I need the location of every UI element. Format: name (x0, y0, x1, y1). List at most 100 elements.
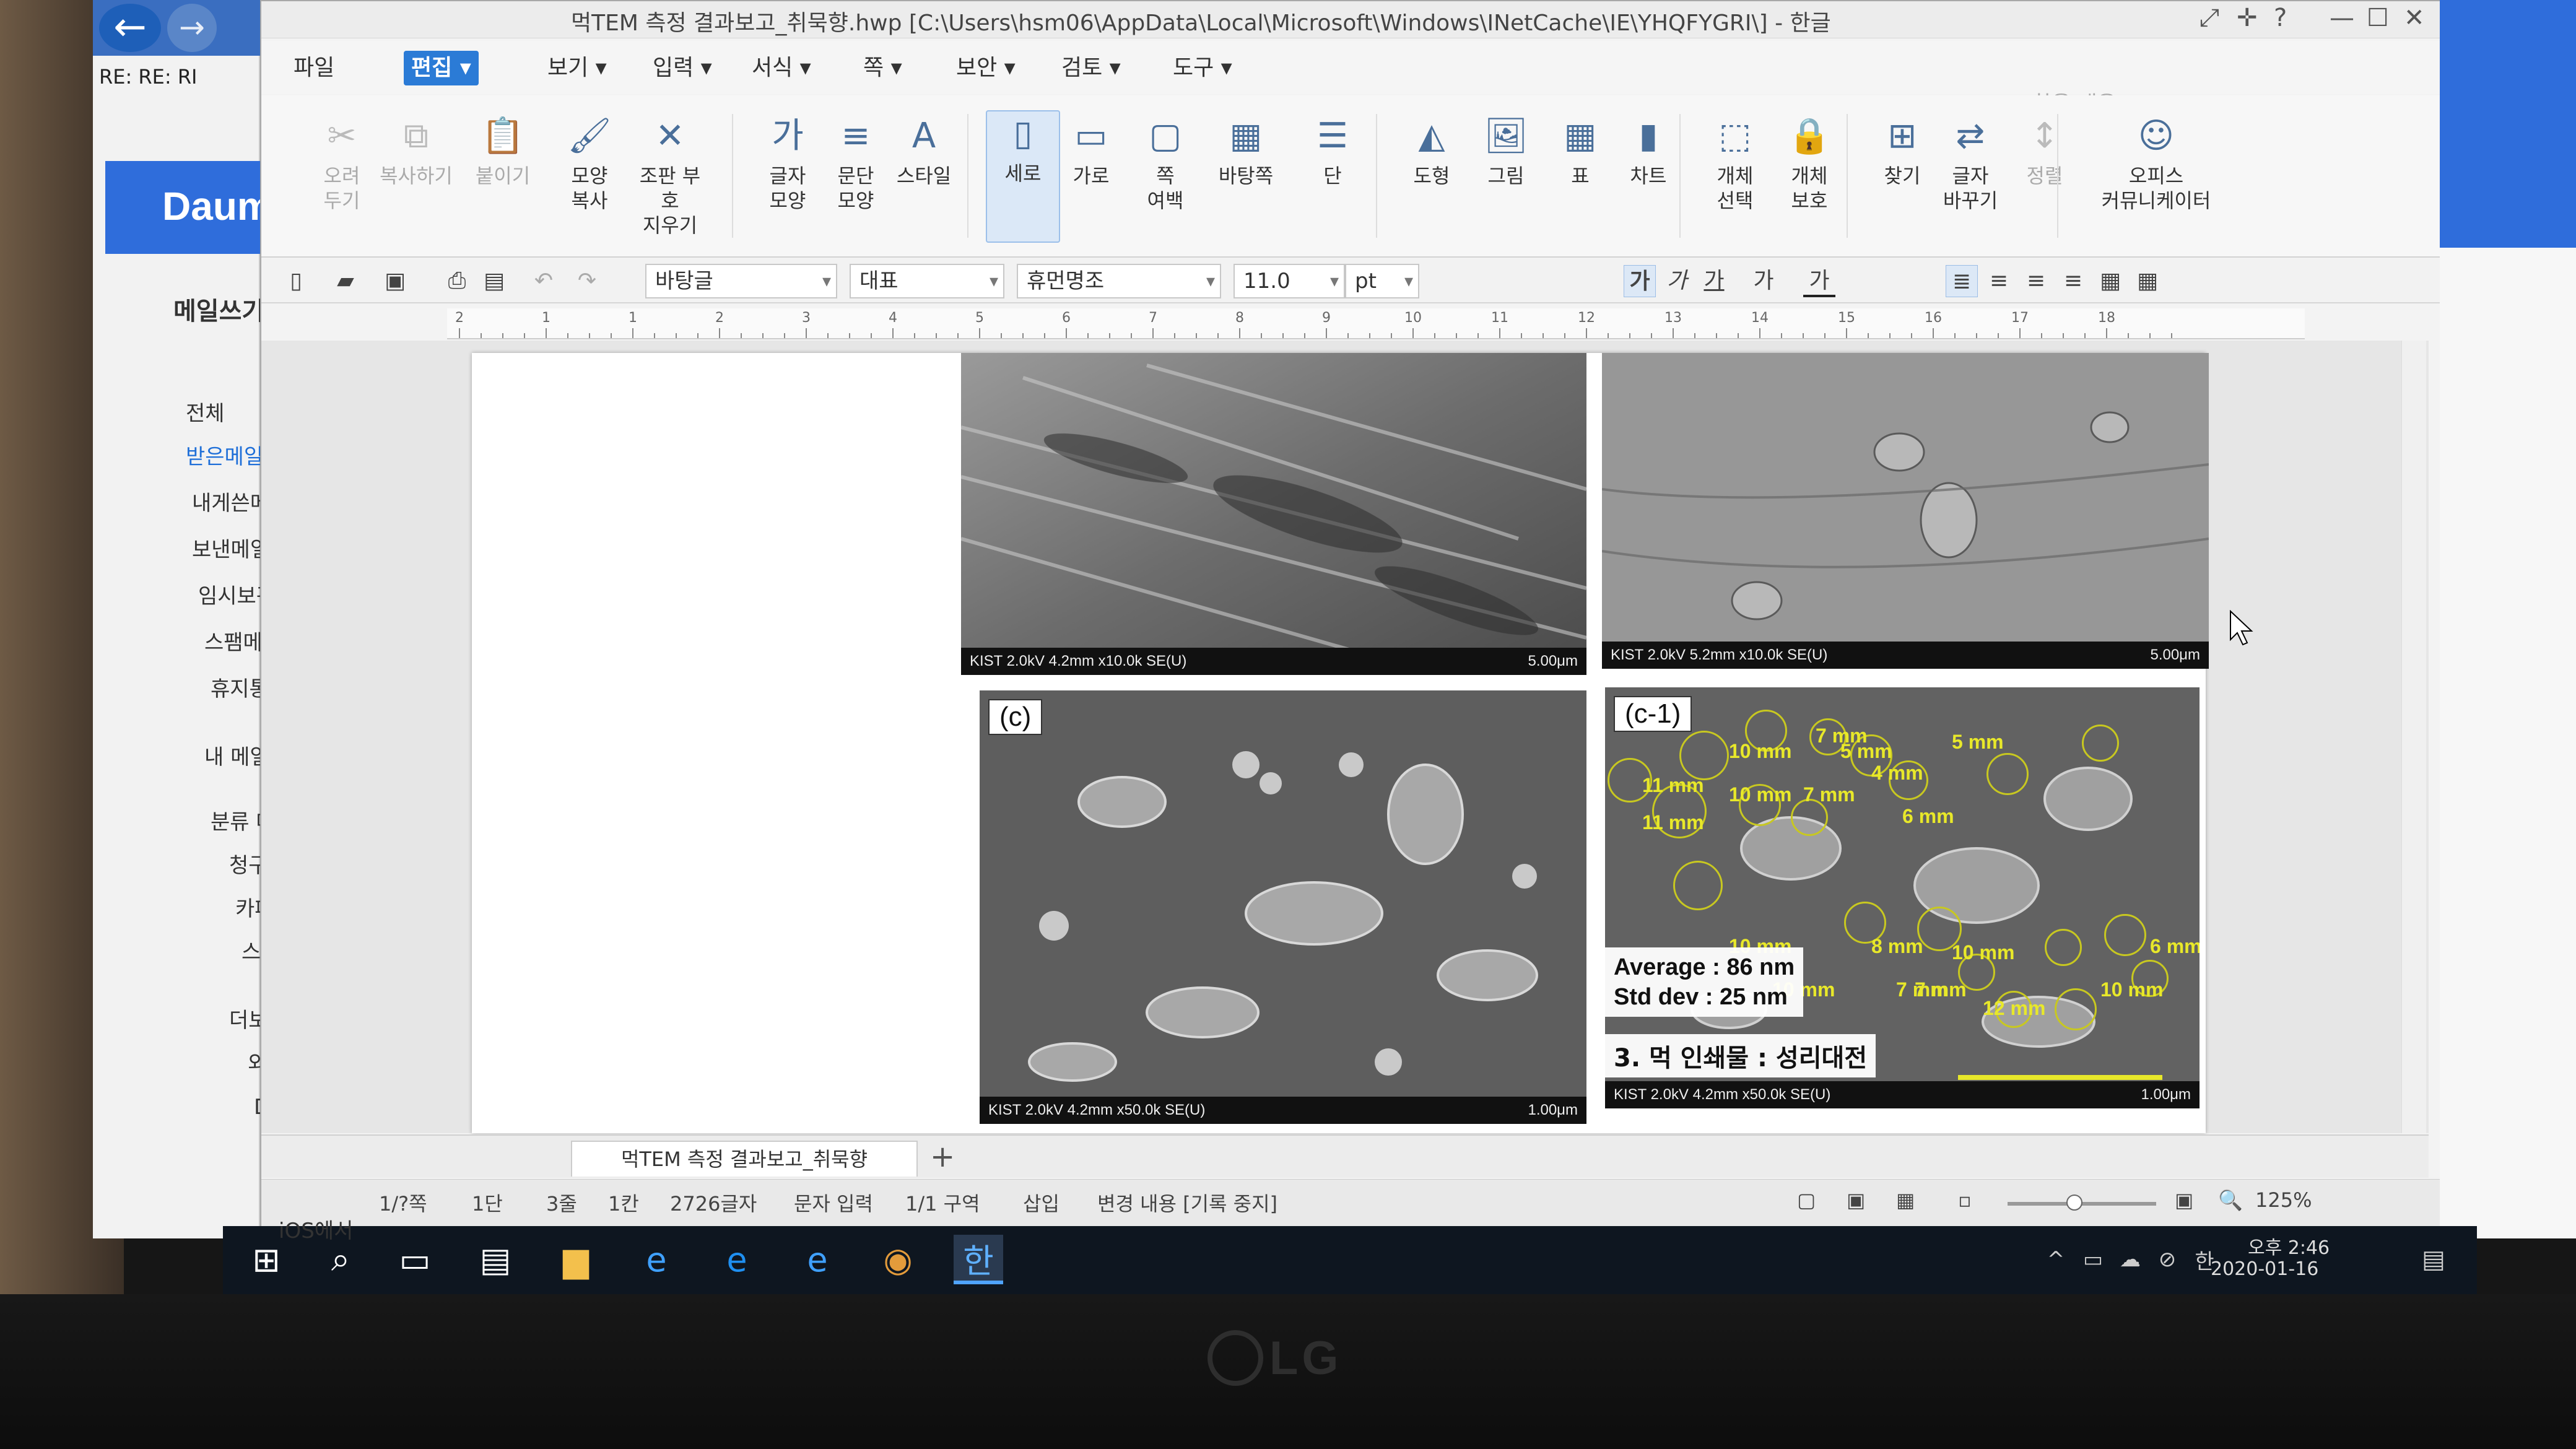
maximize-icon[interactable]: ☐ (2367, 4, 2389, 32)
view-web-icon[interactable]: ▣ (1847, 1188, 1865, 1212)
menu-security[interactable]: 보안 ▾ (949, 51, 1023, 85)
status-page[interactable]: 1/?쪽 (379, 1188, 427, 1217)
notification-icon[interactable]: ▤ (2409, 1235, 2458, 1284)
menu-tools[interactable]: 도구 ▾ (1165, 51, 1240, 85)
view-normal-icon[interactable]: ▢ (1797, 1188, 1816, 1212)
task-view-icon[interactable]: ▭ (390, 1235, 440, 1284)
bold-button[interactable]: 가 (1624, 265, 1656, 297)
document-tab[interactable]: 먹TEM 측정 결과보고_취묵향 (571, 1141, 918, 1177)
fullscreen-icon[interactable]: ⤢ (2200, 4, 2219, 32)
clock-date[interactable]: 2020-01-16 (2211, 1258, 2318, 1280)
clock-time[interactable]: 오후 2:46 (2248, 1232, 2330, 1260)
sem-image-c[interactable]: (c) KIST 2.0kV 4.2mm x50.0k SE(U) 1.00μm (980, 690, 1586, 1124)
app-icon[interactable]: ◉ (873, 1235, 923, 1284)
status-insert[interactable]: 삽입 (1023, 1188, 1060, 1217)
close-icon[interactable]: ✕ (2404, 4, 2425, 32)
forward-arrow-icon[interactable]: → (167, 4, 217, 52)
ribbon-button-columns[interactable]: ☰ 단 (1295, 114, 1370, 188)
preview-icon[interactable]: ▤ (478, 265, 510, 297)
menu-file[interactable]: 파일 (286, 51, 342, 85)
align-left-icon[interactable]: ≡ (1983, 265, 2015, 297)
mail-folder-item[interactable]: 내게쓴메 (192, 486, 269, 516)
ribbon-button-chart[interactable]: ▮ 차트 (1611, 114, 1686, 188)
ribbon-button-master-page[interactable]: ▦ 바탕쪽 (1209, 114, 1283, 188)
new-doc-icon[interactable]: ▯ (280, 265, 312, 297)
align-split-icon[interactable]: ▦ (2131, 265, 2164, 297)
menu-page[interactable]: 쪽 ▾ (856, 51, 910, 85)
zoom-out-icon[interactable]: ▫ (1958, 1188, 1972, 1212)
ribbon-button-clear-codes[interactable]: ✕ 조판 부호 지우기 (633, 114, 707, 238)
style-select[interactable]: 바탕글 (645, 264, 837, 298)
mail-folder-item[interactable]: 보낸메일 (192, 533, 269, 563)
edge-icon[interactable]: e (712, 1235, 762, 1284)
status-track-changes[interactable]: 변경 내용 [기록 중지] (1097, 1188, 1277, 1217)
font-color-button[interactable]: 가 (1803, 265, 1835, 297)
ribbon-button-copy[interactable]: ⧉ 복사하기 (379, 114, 453, 188)
sem-image-b[interactable]: KIST 2.0kV 5.2mm x10.0k SE(U) 5.00μm (1602, 353, 2209, 669)
back-arrow-icon[interactable]: ← (99, 4, 161, 52)
menu-format[interactable]: 서식 ▾ (744, 51, 819, 85)
ribbon-button-format-painter[interactable]: 🖌 모양 복사 (552, 114, 627, 213)
ribbon-button-paste[interactable]: 📋 붙이기 (466, 114, 540, 188)
undo-icon[interactable]: ↶ (528, 265, 560, 297)
ribbon-button-style[interactable]: A 스타일 (887, 114, 961, 188)
ribbon-button-sort[interactable]: ↕ 정렬 (2008, 114, 2082, 188)
ribbon-button-select-object[interactable]: ⬚ 개체 선택 (1698, 114, 1772, 213)
align-justify-icon[interactable]: ≣ (1946, 265, 1978, 297)
italic-button[interactable]: 가 (1661, 265, 1693, 297)
strikethrough-button[interactable]: 가 (1747, 265, 1780, 297)
ie-active-icon[interactable]: e (793, 1235, 842, 1284)
ribbon-button-margins[interactable]: ▢ 쪽 여백 (1128, 114, 1203, 213)
sem-image-a[interactable]: KIST 2.0kV 4.2mm x10.0k SE(U) 5.00μm (961, 353, 1586, 675)
ribbon-button-scissors[interactable]: ✂ 오려 두기 (305, 114, 379, 213)
align-right-icon[interactable]: ≡ (2057, 265, 2089, 297)
pin-icon[interactable]: ✛ (2237, 4, 2258, 32)
menu-insert[interactable]: 입력 ▾ (645, 51, 720, 85)
mail-folder-item[interactable]: 전체 (186, 396, 225, 427)
hwp-taskbar-icon[interactable]: 한 (954, 1235, 1003, 1284)
ie-icon[interactable]: e (632, 1235, 681, 1284)
ribbon-button-binoculars[interactable]: ⊞ 찾기 (1865, 114, 1939, 188)
view-full-icon[interactable]: ▦ (1896, 1188, 1915, 1212)
ribbon-button-landscape[interactable]: ▭ 가로 (1054, 114, 1128, 188)
open-folder-icon[interactable]: ▰ (329, 265, 362, 297)
ribbon-button-protect-object[interactable]: 🔒 개체 보호 (1772, 114, 1847, 213)
ribbon-button-table[interactable]: ▦ 표 (1543, 114, 1617, 188)
minimize-icon[interactable]: — (2330, 4, 2354, 32)
horizontal-ruler[interactable]: 2 1 1 2 3 4 5 6 7 8 9 10 11 12 13 14 15 16 17 18 (447, 308, 2305, 339)
browser-tab-title[interactable]: RE: RE: RI (99, 59, 248, 94)
font-select[interactable]: 휴먼명조 (1017, 264, 1221, 298)
magnifier-icon[interactable]: 🔍 (2218, 1188, 2243, 1212)
ribbon-button-char-shape[interactable]: 가 글자 모양 (751, 114, 825, 213)
compose-mail-link[interactable]: 메일쓰기 (173, 291, 264, 327)
ribbon-button-replace[interactable]: ⇄ 글자 바꾸기 (1933, 114, 2008, 213)
zoom-slider-thumb[interactable] (2066, 1194, 2082, 1211)
ribbon-button-communicator[interactable]: ☺ 오피스 커뮤니케이터 (2088, 114, 2224, 213)
print-icon[interactable]: ⎙ (441, 265, 473, 297)
menu-view[interactable]: 보기 ▾ (540, 51, 614, 85)
ribbon-button-para-shape[interactable]: ≡ 문단 모양 (819, 114, 893, 213)
help-icon[interactable]: ? (2274, 4, 2287, 32)
document-page[interactable]: KIST 2.0kV 4.2mm x10.0k SE(U) 5.00μm KIS… (472, 353, 2209, 1133)
size-unit-select[interactable]: pt (1345, 264, 1419, 298)
ribbon-button-picture[interactable]: 🖼 그림 (1469, 114, 1543, 188)
redo-icon[interactable]: ↷ (571, 265, 603, 297)
menu-review[interactable]: 검토 ▾ (1054, 51, 1128, 85)
sem-image-c1[interactable]: 10 mm 7 mm 5 mm 5 mm 4 mm 11 mm 10 mm 7 mm 6 mm 1… (1605, 687, 2200, 1108)
zoom-level[interactable]: 125% (2255, 1188, 2312, 1212)
align-distribute-icon[interactable]: ▦ (2094, 265, 2126, 297)
file-explorer-icon[interactable]: ▆ (551, 1235, 601, 1284)
font-size-input[interactable]: 11.0 (1234, 264, 1345, 298)
store-icon[interactable]: ▤ (471, 1235, 520, 1284)
save-icon[interactable]: ▣ (379, 265, 411, 297)
zoom-fit-icon[interactable]: ▣ (2175, 1188, 2193, 1212)
align-center-icon[interactable]: ≡ (2020, 265, 2052, 297)
ribbon-button-shape[interactable]: ◭ 도형 (1395, 114, 1469, 188)
language-select[interactable]: 대표 (850, 264, 1004, 298)
underline-button[interactable]: 가 (1698, 265, 1730, 297)
add-tab-icon[interactable]: + (930, 1139, 955, 1174)
ribbon-button-portrait[interactable]: ▯ 세로 (986, 110, 1060, 243)
menu-edit[interactable]: 편집 ▾ (404, 51, 479, 85)
status-mode[interactable]: 문자 입력 (794, 1188, 873, 1217)
mail-folder-item[interactable]: 받은메일 (186, 440, 263, 470)
